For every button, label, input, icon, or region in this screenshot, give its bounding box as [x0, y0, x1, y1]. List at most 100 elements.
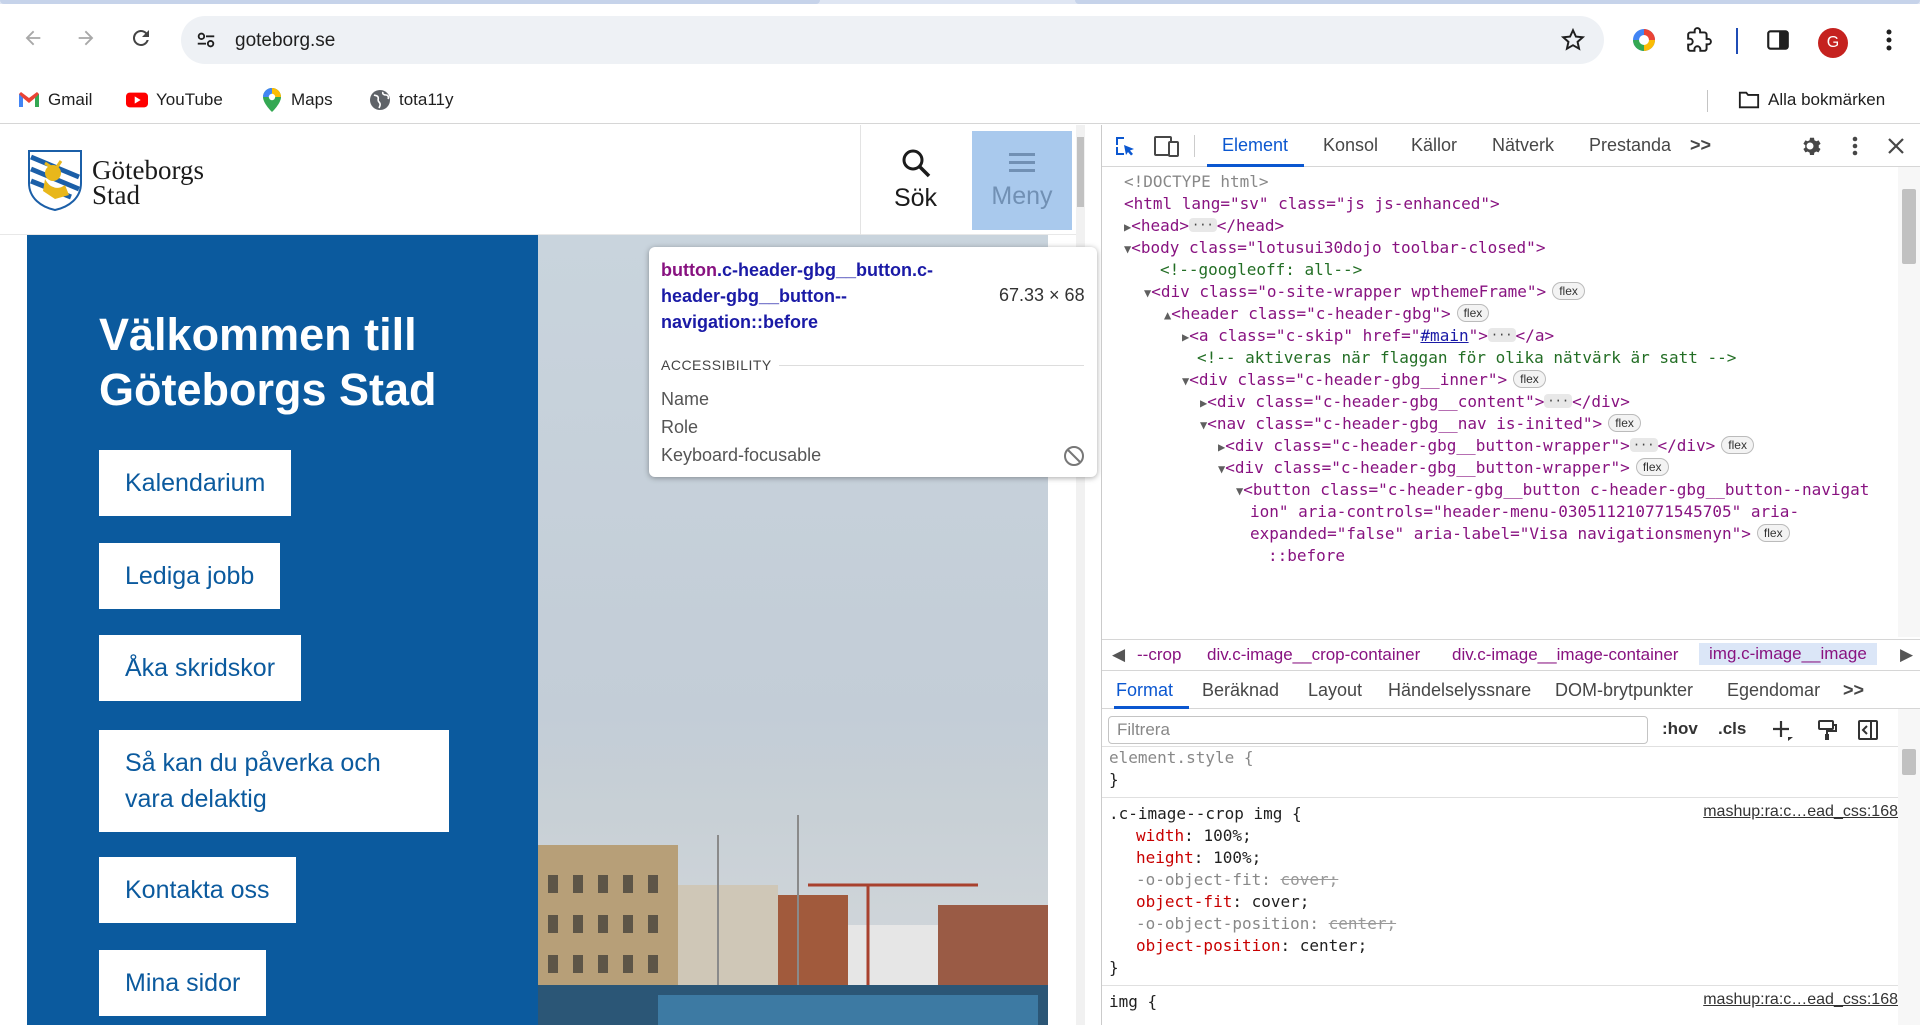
- extension-color-icon[interactable]: [1630, 26, 1658, 54]
- back-icon[interactable]: [17, 22, 49, 54]
- tab-beraknad[interactable]: Beräknad: [1202, 680, 1279, 701]
- decl-width[interactable]: width: 100%;: [1136, 825, 1252, 847]
- dom-button-line1[interactable]: ▼<button class="c-header-gbg__button c-h…: [1236, 479, 1869, 501]
- link-lediga-jobb[interactable]: Lediga jobb: [99, 543, 281, 609]
- dom-button-line2[interactable]: ion" aria-controls="header-menu-03051121…: [1250, 501, 1799, 523]
- devtools-more-icon[interactable]: [1842, 133, 1868, 159]
- link-mina-sidor[interactable]: Mina sidor: [99, 950, 267, 1016]
- dom-skip-link[interactable]: ▶<a class="c-skip" href="#main"> ··· </a>: [1182, 325, 1554, 347]
- flex-badge[interactable]: flex: [1756, 524, 1790, 542]
- scrollbar-thumb[interactable]: [1902, 189, 1916, 264]
- bookmark-gmail[interactable]: Gmail: [18, 86, 92, 114]
- browser-menu-icon[interactable]: [1875, 26, 1903, 54]
- rule-source-link[interactable]: mashup:ra:c…ead_css:168: [1703, 991, 1898, 1009]
- link-aka-skridskor[interactable]: Åka skridskor: [99, 635, 302, 701]
- tab-format[interactable]: Format: [1116, 680, 1173, 701]
- decl-height[interactable]: height: 100%;: [1136, 847, 1261, 869]
- flex-badge[interactable]: flex: [1513, 370, 1546, 388]
- crumb-right-arrow[interactable]: ▶: [1900, 645, 1913, 665]
- dom-comment-googleoff[interactable]: <!--googleoff: all-->: [1160, 259, 1362, 281]
- all-bookmarks[interactable]: Alla bokmärken: [1738, 86, 1885, 114]
- device-toolbar-icon[interactable]: [1154, 133, 1180, 159]
- settings-gear-icon[interactable]: [1799, 133, 1825, 159]
- tab-dom-brytpunkter[interactable]: DOM-brytpunkter: [1555, 680, 1693, 701]
- url-text[interactable]: goteborg.se: [235, 30, 335, 52]
- search-button[interactable]: Sök: [860, 125, 970, 235]
- link-kontakta-oss[interactable]: Kontakta oss: [99, 857, 296, 923]
- reload-icon[interactable]: [125, 22, 157, 54]
- dom-scrollbar[interactable]: [1898, 167, 1920, 637]
- tab-layout[interactable]: Layout: [1308, 680, 1362, 701]
- dom-site-wrapper[interactable]: ▼<div class="o-site-wrapper wpthemeFrame…: [1144, 281, 1585, 303]
- extensions-puzzle-icon[interactable]: [1685, 26, 1713, 54]
- toggle-sidebar-icon[interactable]: [1857, 719, 1879, 741]
- flex-badge[interactable]: flex: [1608, 414, 1641, 432]
- dom-button-line3[interactable]: expanded="false" aria-label="Visa naviga…: [1250, 523, 1790, 545]
- hov-toggle[interactable]: :hov: [1662, 719, 1698, 739]
- rule-selector-crop-img[interactable]: .c-image--crop img {: [1109, 803, 1302, 825]
- scrollbar-thumb[interactable]: [1902, 749, 1916, 775]
- link-paverka[interactable]: Så kan du påverka och vara delaktig: [99, 730, 449, 832]
- decl-object-fit[interactable]: object-fit: cover;: [1136, 891, 1309, 913]
- decl-object-position[interactable]: object-position: center;: [1136, 935, 1367, 957]
- element-style-selector[interactable]: element.style {: [1109, 747, 1254, 769]
- tab-handelselyssnare[interactable]: Händelselyssnare: [1388, 680, 1531, 701]
- filter-input[interactable]: Filtrera: [1108, 716, 1648, 744]
- dom-button-wrapper-1[interactable]: ▶<div class="c-header-gbg__button-wrappe…: [1218, 435, 1754, 457]
- dom-comment-flag[interactable]: <!-- aktiveras när flaggan för olika nät…: [1197, 347, 1736, 369]
- flex-badge[interactable]: flex: [1456, 304, 1490, 322]
- site-info-icon[interactable]: [195, 29, 217, 51]
- goteborg-logo[interactable]: [27, 149, 87, 215]
- site-name[interactable]: Göteborgs Stad: [92, 157, 204, 209]
- profile-avatar[interactable]: G: [1818, 28, 1848, 58]
- scrollbar-thumb[interactable]: [1077, 137, 1084, 207]
- rule-source-link[interactable]: mashup:ra:c…ead_css:168: [1703, 803, 1898, 821]
- link-kalendarium[interactable]: Kalendarium: [99, 450, 292, 516]
- dom-head[interactable]: ▶<head> ··· </head>: [1124, 215, 1284, 237]
- forward-icon[interactable]: [70, 22, 102, 54]
- dom-a-href[interactable]: #main: [1420, 326, 1468, 345]
- dom-body[interactable]: ▼<body class="lotusui30dojo toolbar-clos…: [1124, 237, 1545, 259]
- bookmark-maps[interactable]: Maps: [261, 86, 333, 114]
- tab-natverk[interactable]: Nätverk: [1492, 135, 1554, 156]
- dom-tree[interactable]: <!DOCTYPE html> <html lang="sv" class="j…: [1102, 167, 1906, 637]
- address-bar[interactable]: goteborg.se: [181, 16, 1604, 64]
- tab-kallor[interactable]: Källor: [1411, 135, 1457, 156]
- crumb-item[interactable]: --crop: [1137, 645, 1181, 665]
- more-style-tabs-icon[interactable]: >>: [1843, 680, 1864, 701]
- rule-selector-img[interactable]: img {: [1109, 991, 1157, 1013]
- tab-egendomar[interactable]: Egendomar: [1727, 680, 1820, 701]
- more-tabs-icon[interactable]: >>: [1690, 135, 1711, 156]
- cls-toggle[interactable]: .cls: [1718, 719, 1746, 739]
- styles-pane[interactable]: element.style { } .c-image--crop img { m…: [1102, 747, 1898, 1025]
- tab-konsol[interactable]: Konsol: [1323, 135, 1378, 156]
- styles-scrollbar[interactable]: [1898, 709, 1920, 1025]
- dom-header[interactable]: ▲<header class="c-header-gbg"> flex: [1164, 303, 1490, 325]
- decl-o-object-position[interactable]: -o-object-position: center;: [1136, 913, 1396, 935]
- crumb-item[interactable]: div.c-image__crop-container: [1207, 645, 1420, 665]
- side-panel-icon[interactable]: [1764, 26, 1792, 54]
- dom-button-wrapper-2[interactable]: ▼<div class="c-header-gbg__button-wrappe…: [1218, 457, 1669, 479]
- decl-o-object-fit[interactable]: -o-object-fit: cover;: [1136, 869, 1338, 891]
- dom-content[interactable]: ▶<div class="c-header-gbg__content"> ··· <…: [1200, 391, 1630, 413]
- flex-badge[interactable]: flex: [1721, 436, 1754, 454]
- flex-badge[interactable]: flex: [1635, 458, 1669, 476]
- crumb-item-active[interactable]: img.c-image__image: [1699, 643, 1877, 665]
- dom-doctype[interactable]: <!DOCTYPE html>: [1124, 171, 1269, 193]
- tab-element[interactable]: Element: [1222, 135, 1288, 156]
- menu-button[interactable]: Meny: [972, 131, 1072, 230]
- bookmark-star-icon[interactable]: [1560, 27, 1586, 53]
- bookmark-tota11y[interactable]: tota11y: [369, 86, 454, 114]
- bookmark-youtube[interactable]: YouTube: [126, 86, 223, 114]
- crumb-left-arrow[interactable]: ◀: [1112, 645, 1125, 665]
- tab-prestanda[interactable]: Prestanda: [1589, 135, 1671, 156]
- crumb-item[interactable]: div.c-image__image-container: [1452, 645, 1678, 665]
- paint-brush-icon[interactable]: [1816, 719, 1838, 741]
- close-devtools-icon[interactable]: [1883, 133, 1909, 159]
- inspect-element-icon[interactable]: [1112, 133, 1138, 159]
- dom-before-pseudo[interactable]: ::before: [1268, 545, 1345, 567]
- dom-html[interactable]: <html lang="sv" class="js js-enhanced">: [1124, 193, 1500, 215]
- flex-badge[interactable]: flex: [1552, 282, 1585, 300]
- new-style-rule-icon[interactable]: [1772, 719, 1794, 741]
- dom-inner[interactable]: ▼<div class="c-header-gbg__inner"> flex: [1182, 369, 1546, 391]
